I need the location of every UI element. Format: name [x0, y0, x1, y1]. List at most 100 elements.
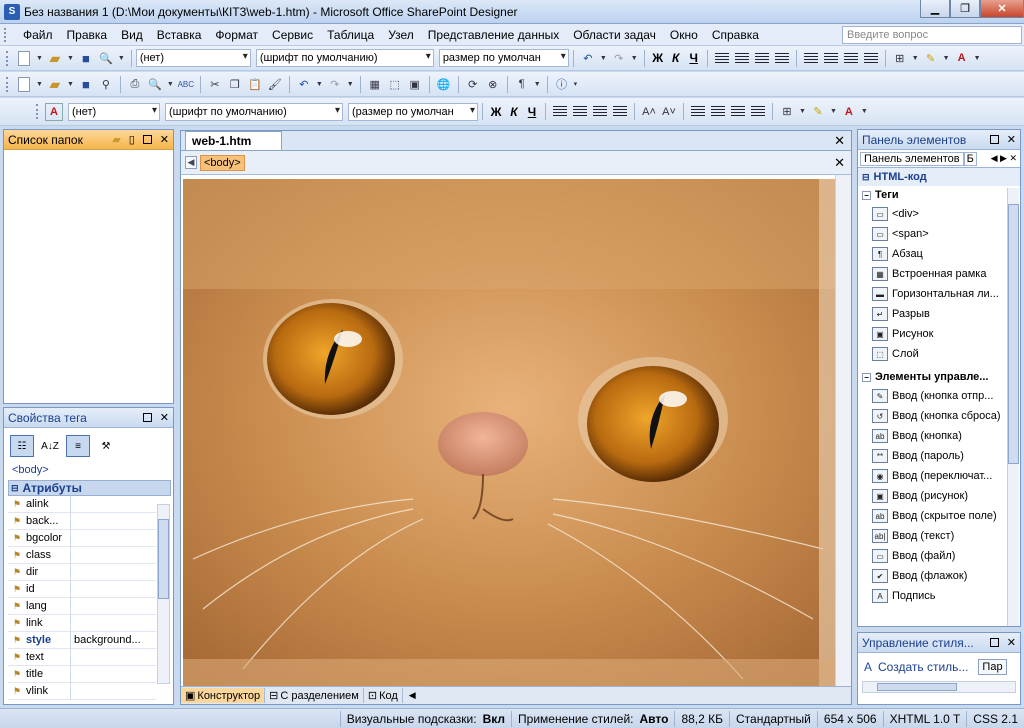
attribute-value[interactable]	[70, 682, 156, 700]
toolbox-tag-item[interactable]: ▭ <div>	[858, 204, 1020, 224]
toolbox-tab-nav-icon[interactable]: ◀ ▶ ✕	[991, 153, 1017, 164]
restore-button[interactable]: ❐	[950, 0, 980, 18]
underline-button[interactable]: Ч	[523, 105, 541, 119]
close-window-button[interactable]: ✕	[980, 0, 1024, 18]
spelling-icon[interactable]: ABC	[177, 75, 195, 93]
print-preview-icon[interactable]: 🔍	[146, 75, 164, 93]
attribute-row[interactable]: ⚑ alink	[8, 495, 156, 513]
toolbar-grip[interactable]	[6, 76, 9, 92]
attributes-scroll-thumb[interactable]	[158, 519, 169, 599]
bold-button[interactable]: Ж	[649, 51, 667, 65]
show-all-icon[interactable]: ¶	[513, 75, 531, 93]
redo-icon[interactable]: ↷	[326, 75, 344, 93]
tab-web-1[interactable]: web-1.htm	[185, 131, 283, 150]
close-pane-icon[interactable]: ✕	[1007, 133, 1016, 146]
tab-toolbox[interactable]: Панель элементов	[860, 151, 964, 166]
toolbox-control-item[interactable]: A Подпись	[858, 586, 1020, 606]
attribute-row[interactable]: ⚑ dir	[8, 563, 156, 581]
grow-font-icon[interactable]: A˄	[640, 103, 658, 121]
underline-button[interactable]: Ч	[685, 51, 703, 65]
highlight-icon[interactable]: ✎	[922, 49, 940, 67]
bold-button[interactable]: Ж	[487, 105, 505, 119]
dropdown-arrow-icon[interactable]: ▼	[36, 55, 43, 62]
bulleted-list-icon[interactable]	[823, 52, 838, 64]
borders-icon[interactable]: ⊞	[891, 49, 909, 67]
insert-layer-icon[interactable]: ⬚	[386, 75, 404, 93]
size-select[interactable]: размер по умолчан	[438, 49, 569, 67]
dropdown-arrow-icon[interactable]: ▼	[316, 81, 323, 88]
menu-tools[interactable]: Сервис	[265, 28, 320, 42]
insert-picture-icon[interactable]: ▣	[406, 75, 424, 93]
toolbox-tag-item[interactable]: ↵ Разрыв	[858, 304, 1020, 324]
font-select[interactable]: (шрифт по умолчанию)	[255, 49, 434, 67]
open-icon[interactable]: ▰	[46, 49, 64, 67]
attribute-value[interactable]	[70, 580, 156, 598]
attributes-scrollbar[interactable]	[157, 504, 170, 684]
hyperlink-icon[interactable]: 🌐	[435, 75, 453, 93]
dropdown-arrow-icon[interactable]: ▼	[36, 81, 43, 88]
decrease-indent-icon[interactable]	[843, 52, 858, 64]
dropdown-arrow-icon[interactable]: ▼	[167, 81, 174, 88]
open-icon[interactable]: ▰	[46, 75, 64, 93]
attribute-value[interactable]	[70, 648, 156, 666]
menu-help[interactable]: Справка	[705, 28, 766, 42]
increase-indent-icon[interactable]	[863, 52, 878, 64]
dropdown-arrow-icon[interactable]: ▼	[534, 81, 541, 88]
attribute-row[interactable]: ⚑ lang	[8, 597, 156, 615]
styles-hscrollbar[interactable]	[862, 681, 1016, 693]
undo-icon[interactable]: ↶	[579, 49, 597, 67]
attribute-row[interactable]: ⚑ bgcolor	[8, 529, 156, 547]
menu-format[interactable]: Формат	[208, 28, 265, 42]
style-application-status[interactable]: Применение стилей: Авто	[511, 710, 674, 727]
save-icon[interactable]: ■	[77, 75, 95, 93]
doctype-status[interactable]: XHTML 1.0 T	[882, 710, 967, 727]
options-button[interactable]: Пар	[978, 659, 1007, 675]
close-document-icon[interactable]: ✕	[834, 133, 845, 149]
stop-icon[interactable]: ⊗	[484, 75, 502, 93]
tab-design-view[interactable]: ▣ Конструктор	[181, 688, 266, 703]
toolbox-control-item[interactable]: ▭ Ввод (файл)	[858, 546, 1020, 566]
styles-scroll-thumb[interactable]	[877, 683, 957, 691]
format-painter-icon[interactable]: 🖌	[266, 75, 284, 93]
toolbox-control-item[interactable]: ◉ Ввод (переключат...	[858, 466, 1020, 486]
dropdown-arrow-icon[interactable]: ▼	[912, 55, 919, 62]
help-icon[interactable]: ⓘ	[553, 75, 571, 93]
align-center-icon[interactable]	[734, 52, 749, 64]
dropdown-arrow-icon[interactable]: ▼	[67, 55, 74, 62]
toolbar-grip[interactable]	[6, 50, 9, 66]
html-code-section[interactable]: ⊟ HTML-код	[858, 168, 1020, 186]
body-quick-tag[interactable]: <body>	[200, 154, 245, 171]
font-color-icon[interactable]: A	[953, 49, 971, 67]
maximize-pane-icon[interactable]	[989, 638, 999, 647]
attribute-value[interactable]	[70, 563, 156, 581]
menu-data-view[interactable]: Представление данных	[421, 28, 566, 42]
controls-group[interactable]: − Элементы управле...	[858, 368, 1020, 386]
attribute-value[interactable]	[70, 529, 156, 547]
font-select-2[interactable]: (шрифт по умолчанию)	[165, 102, 343, 121]
show-set-props-icon[interactable]: ≡	[66, 435, 90, 457]
dropdown-arrow-icon[interactable]: ▼	[830, 108, 837, 115]
align-right-icon[interactable]	[754, 52, 769, 64]
increase-indent-icon[interactable]	[751, 106, 765, 117]
menu-window[interactable]: Окно	[663, 28, 705, 42]
dropdown-arrow-icon[interactable]: ▼	[600, 55, 607, 62]
toolbox-scroll-thumb[interactable]	[1008, 204, 1019, 464]
menu-site[interactable]: Узел	[381, 28, 421, 42]
justify-icon[interactable]	[613, 106, 627, 117]
dropdown-arrow-icon[interactable]: ▼	[347, 81, 354, 88]
dropdown-arrow-icon[interactable]: ▼	[67, 81, 74, 88]
refresh-icon[interactable]: ⟳	[464, 75, 482, 93]
undo-icon[interactable]: ↶	[295, 75, 313, 93]
attributes-section[interactable]: ⊟ Атрибуты	[8, 480, 171, 496]
dropdown-arrow-icon[interactable]: ▼	[799, 108, 806, 115]
align-right-icon[interactable]	[593, 106, 607, 117]
sort-az-icon[interactable]: A↓Z	[38, 435, 62, 457]
align-center-icon[interactable]	[573, 106, 587, 117]
toolbox-tag-item[interactable]: ▬ Горизонтальная ли...	[858, 284, 1020, 304]
toolbox-tag-item[interactable]: ¶ Абзац	[858, 244, 1020, 264]
menu-task-panes[interactable]: Области задач	[566, 28, 663, 42]
new-style-link[interactable]: Создать стиль...	[878, 660, 968, 674]
bulleted-list-icon[interactable]	[711, 106, 725, 117]
menu-insert[interactable]: Вставка	[150, 28, 209, 42]
numbered-list-icon[interactable]	[803, 52, 818, 64]
